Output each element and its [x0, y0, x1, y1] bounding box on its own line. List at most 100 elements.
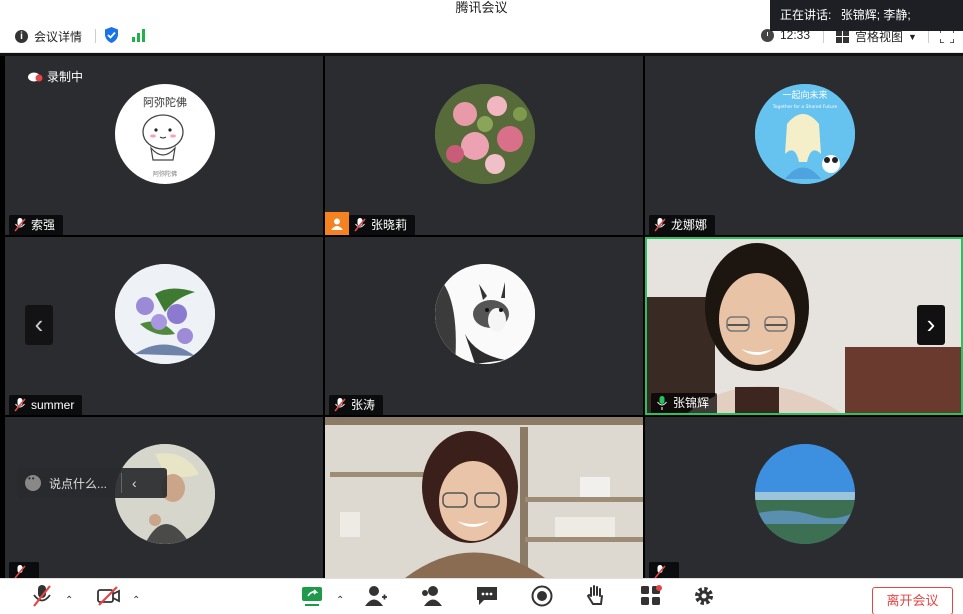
chat-quick-input[interactable]: 说点什么... ‹: [17, 468, 167, 498]
muted-mic-icon: [14, 218, 26, 232]
settings-button[interactable]: [690, 583, 718, 609]
participant-name: 张锦辉: [673, 396, 710, 410]
participant-name-tag: 索强: [9, 215, 64, 235]
fullscreen-icon: [940, 29, 954, 43]
participant-tile[interactable]: [325, 417, 643, 578]
divider: [95, 29, 96, 43]
landscape-avatar-image: [755, 444, 855, 544]
frozen-avatar-image: 一起向未来 Together for a Shared Future: [755, 84, 855, 184]
info-icon: i: [15, 30, 28, 43]
avatar: 阿弥陀佛 阿弥陀佛: [115, 84, 215, 184]
participant-tile[interactable]: 张涛: [325, 237, 643, 415]
apps-button[interactable]: [637, 583, 665, 609]
share-options-caret[interactable]: ⌃: [336, 595, 344, 606]
participant-name-tag: [9, 562, 39, 578]
divider: [928, 29, 929, 43]
record-button[interactable]: [528, 583, 556, 609]
record-icon: [531, 585, 553, 607]
svg-text:阿弥陀佛: 阿弥陀佛: [143, 95, 187, 109]
participant-tile-active-speaker[interactable]: 张锦辉: [645, 237, 963, 415]
participant-tile[interactable]: 一起向未来 Together for a Shared Future 龙娜娜: [645, 56, 963, 235]
chevron-left-icon: ‹: [34, 309, 44, 339]
signal-bars-icon: [132, 29, 145, 42]
add-user-icon: [365, 586, 387, 606]
speaking-names: 张锦辉; 李静;: [840, 8, 911, 22]
svg-text:一起向未来: 一起向未来: [782, 89, 827, 101]
security-shield-button[interactable]: [104, 27, 119, 43]
previous-page-button[interactable]: ‹: [25, 305, 53, 345]
participant-tile[interactable]: 录制中 阿弥陀佛 阿弥陀佛 索强: [5, 56, 323, 235]
squirrel-avatar-image: [435, 264, 535, 364]
flower-avatar-image: [435, 84, 535, 184]
svg-text:阿弥陀佛: 阿弥陀佛: [153, 170, 177, 178]
avatar: 一起向未来 Together for a Shared Future: [755, 84, 855, 184]
chevron-down-icon: ▼: [908, 31, 917, 42]
participant-name: 龙娜娜: [671, 218, 708, 232]
start-video-button[interactable]: [95, 583, 123, 609]
participant-name: 索强: [31, 218, 56, 232]
participant-name-tag: 张涛: [329, 395, 384, 415]
muted-mic-icon: [14, 565, 26, 578]
fullscreen-button[interactable]: [940, 29, 954, 43]
participant-name: 张涛: [351, 398, 376, 412]
purple-flower-avatar-image: [115, 264, 215, 364]
avatar: [755, 444, 855, 544]
video-grid: 录制中 阿弥陀佛 阿弥陀佛 索强 张晓莉 一起向未来 Together for …: [0, 53, 963, 578]
chat-bubble-icon: [477, 587, 497, 605]
muted-mic-icon: [354, 218, 366, 232]
participant-name-tag: 张晓莉: [349, 215, 416, 235]
speaking-label: 正在讲话:: [780, 8, 832, 22]
recording-label: 录制中: [47, 70, 84, 84]
cartoon-avatar-image: 阿弥陀佛 阿弥陀佛: [142, 95, 187, 178]
participant-name-tag: 龙娜娜: [649, 215, 716, 235]
meeting-details-label: 会议详情: [34, 30, 83, 44]
muted-mic-icon: [14, 398, 26, 412]
muted-mic-icon: [334, 398, 346, 412]
active-speaker-banner: 正在讲话: 张锦辉; 李静;: [770, 0, 963, 31]
divider: [823, 29, 824, 43]
host-badge: [325, 212, 349, 235]
members-icon: [422, 586, 442, 606]
mute-button[interactable]: [28, 583, 56, 609]
video-options-caret[interactable]: ⌃: [132, 595, 140, 606]
active-mic-icon: [657, 396, 667, 410]
participant-name-tag: 张锦辉: [651, 393, 718, 413]
network-signal-indicator[interactable]: [132, 29, 146, 42]
next-page-button[interactable]: ›: [917, 305, 945, 345]
share-screen-icon: [302, 587, 322, 606]
emoji-icon[interactable]: [25, 474, 41, 491]
participant-name-tag: [649, 562, 679, 578]
participant-name-tag: summer: [9, 395, 83, 415]
person-icon: [331, 218, 343, 230]
avatar: [115, 264, 215, 364]
avatar: [435, 84, 535, 184]
muted-mic-icon: [33, 585, 51, 607]
manage-members-button[interactable]: [418, 583, 446, 609]
participant-tile[interactable]: 张晓莉: [325, 56, 643, 235]
recording-indicator: 录制中: [27, 68, 83, 85]
apps-grid-icon: [641, 585, 662, 605]
cloud-record-icon: [28, 72, 43, 82]
meeting-details-button[interactable]: i 会议详情: [15, 28, 82, 45]
hand-icon: [586, 585, 603, 605]
share-screen-button[interactable]: [298, 583, 326, 609]
camera-video-feed: [325, 417, 643, 578]
raise-hand-button[interactable]: [582, 583, 610, 609]
avatar: [435, 264, 535, 364]
bottom-toolbar: ⌃ ⌃ ⌃ 离开会议: [0, 578, 963, 614]
grid-view-icon: [836, 30, 849, 43]
muted-mic-icon: [654, 565, 666, 578]
participant-name: 张晓莉: [371, 218, 408, 232]
gear-icon: [695, 587, 713, 605]
invite-button[interactable]: [362, 583, 390, 609]
video-off-icon: [97, 586, 120, 606]
chat-button[interactable]: [473, 583, 501, 609]
chat-placeholder: 说点什么...: [49, 476, 108, 491]
camera-video-feed: [647, 239, 961, 413]
collapse-chat-button[interactable]: ‹: [132, 475, 137, 491]
audio-options-caret[interactable]: ⌃: [65, 595, 73, 606]
shield-icon: [105, 27, 118, 43]
leave-meeting-button[interactable]: 离开会议: [872, 587, 953, 614]
participant-tile[interactable]: [645, 417, 963, 578]
svg-text:Together for a Shared Future: Together for a Shared Future: [772, 104, 838, 110]
